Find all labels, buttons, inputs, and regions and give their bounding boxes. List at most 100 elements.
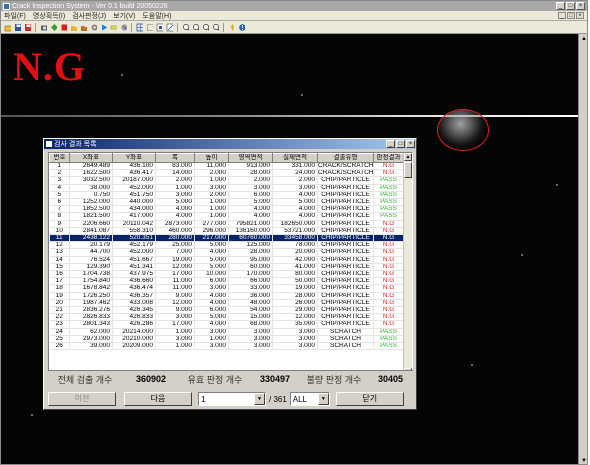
mdi-minimize-button[interactable]: _: [558, 12, 566, 19]
grid-scroll-up-icon[interactable]: ▲: [404, 153, 412, 161]
info-icon[interactable]: [227, 23, 236, 32]
table-cell: 28.000: [228, 248, 273, 257]
column-header[interactable]: X좌표: [69, 153, 113, 163]
dialog-maximize-button[interactable]: □: [396, 140, 405, 148]
table-row[interactable]: 20 1987.462 433.008 12.000 4.000 48.000 26.000…: [49, 299, 404, 308]
next-button[interactable]: 다음: [124, 392, 192, 406]
prev-button[interactable]: 이전: [48, 392, 116, 406]
column-header[interactable]: 결출유형: [317, 153, 374, 163]
zoom-icon[interactable]: [211, 23, 220, 32]
minimize-button[interactable]: _: [556, 2, 565, 10]
table-row[interactable]: 3 3032.500 20187.000 2.000 1.000 2.000 2.000 CH…: [49, 176, 404, 185]
table-row[interactable]: 8 1821.500 417.000 4.000 1.000 4.000 4.000 CHIP…: [49, 212, 404, 221]
result-grid[interactable]: 번호 X좌표 Y좌표 폭 높이 영역면적 실제면적 결출유형 판정결과 1 264…: [48, 152, 413, 377]
table-row[interactable]: 16 1704.738 437.975 17.000 10.000 170.000 80.0…: [49, 270, 404, 279]
table-row[interactable]: 11 2438.122 520.351 280.000 217.000 60760.000…: [49, 234, 404, 243]
maximize-button[interactable]: □: [566, 2, 575, 10]
noise-speck: [471, 364, 473, 366]
table-row[interactable]: 9 2206.660 20110.042 2873.000 277.000 795821.…: [49, 220, 404, 228]
table-row[interactable]: 12 20.179 452.179 25.000 5.000 125.000 78.000 C…: [49, 241, 404, 250]
menu-view[interactable]: 보기(V): [113, 11, 135, 21]
save-icon[interactable]: [13, 23, 22, 32]
filter-select-value: ALL: [292, 394, 308, 404]
grid-icon[interactable]: [135, 23, 144, 32]
dialog-close-button[interactable]: ×: [406, 140, 415, 148]
table-cell: 20210.000: [112, 335, 156, 344]
bad-count-label: 불량 판정 개수: [306, 374, 362, 385]
table-row[interactable]: 13 44.700 452.000 7.000 4.000 28.000 20.000 CHI…: [49, 248, 404, 257]
stop-icon[interactable]: [59, 23, 68, 32]
save-as-icon[interactable]: [23, 23, 32, 32]
run-icon[interactable]: [99, 23, 108, 32]
table-row[interactable]: 19 1726.250 436.357 9.000 4.000 36.000 28.000 C…: [49, 292, 404, 300]
menu-help[interactable]: 도움말(H): [142, 11, 171, 21]
table-row[interactable]: 22 2826.833 426.833 3.000 5.000 15.000 12.000 C…: [49, 313, 404, 322]
area-icon[interactable]: [155, 23, 164, 32]
table-cell: 80.000: [272, 270, 318, 279]
help-icon[interactable]: [237, 23, 246, 32]
page-select[interactable]: 1 ▼: [198, 392, 266, 406]
column-header[interactable]: 영역면적: [228, 153, 273, 163]
close-button[interactable]: ×: [576, 2, 585, 10]
grid-scrollbar[interactable]: ▲ ▼: [403, 153, 412, 376]
table-row[interactable]: 25 2973.000 20210.000 3.000 1.000 3.000 3.000 S…: [49, 335, 404, 344]
line-icon[interactable]: [165, 23, 174, 32]
dialog-title: 검사 결과 목록: [54, 141, 97, 148]
column-header[interactable]: 폭: [155, 153, 195, 163]
table-cell: 4.000: [272, 205, 318, 214]
table-row[interactable]: 26 39.000 20209.000 1.000 3.000 3.000 3.000 SCR…: [49, 342, 404, 351]
column-header[interactable]: 판정결과: [373, 153, 404, 163]
measure-icon[interactable]: [109, 23, 118, 32]
open-icon[interactable]: [3, 23, 12, 32]
table-cell: 2438.122: [69, 234, 113, 243]
table-row[interactable]: 10 2841.087 558.310 460.000 296.000 136160.00…: [49, 227, 404, 236]
table-row[interactable]: 1 2649.489 436.100 83.000 11.000 913.000 331.0…: [49, 162, 404, 171]
scroll-down-icon[interactable]: ▼: [579, 456, 587, 464]
settings-icon[interactable]: [89, 23, 98, 32]
table-cell: 3.000: [228, 342, 273, 351]
menu-file[interactable]: 파일(F): [4, 11, 26, 21]
grid-scroll-thumb[interactable]: [404, 162, 412, 178]
table-row[interactable]: 18 1678.842 436.474 11.000 3.000 33.000 19.000…: [49, 284, 404, 293]
column-header[interactable]: 번호: [49, 153, 70, 163]
table-row[interactable]: 21 2836.276 426.345 9.000 6.000 54.000 29.000 C…: [49, 306, 404, 315]
table-row[interactable]: 7 1852.500 434.000 4.000 1.000 4.000 4.000 CHIP…: [49, 205, 404, 214]
grab-icon[interactable]: [49, 23, 58, 32]
table-cell: 3.000: [194, 184, 229, 192]
chevron-down-icon[interactable]: ▼: [317, 393, 329, 405]
table-cell: 15.000: [228, 313, 273, 322]
table-row[interactable]: 15 129.390 451.341 12.000 5.000 60.000 41.000 C…: [49, 263, 404, 272]
table-row[interactable]: 23 2801.343 426.286 17.000 4.000 68.000 35.000…: [49, 320, 404, 329]
image-scrollbar[interactable]: ▲ ▼: [578, 34, 587, 464]
table-row[interactable]: 6 1252.000 440.000 5.000 1.000 5.000 5.000 CHIP…: [49, 198, 404, 207]
zoom-fit-icon[interactable]: [201, 23, 210, 32]
chevron-down-icon[interactable]: ▼: [254, 393, 265, 405]
table-cell: PASS: [373, 191, 404, 200]
column-header[interactable]: 실제면적: [272, 153, 318, 163]
noise-speck: [301, 94, 303, 96]
table-row[interactable]: 5 0.750 451.750 3.000 2.000 6.000 4.000 CHIP/PA…: [49, 191, 404, 200]
table-row[interactable]: 17 1754.840 436.660 11.000 6.000 66.000 50.000…: [49, 277, 404, 286]
table-row[interactable]: 14 76.524 451.667 19.000 5.000 95.000 42.000 CH…: [49, 256, 404, 264]
camera-icon[interactable]: [39, 23, 48, 32]
column-header[interactable]: Y좌표: [112, 153, 156, 163]
select-icon[interactable]: [145, 23, 154, 32]
close-dialog-button[interactable]: 닫기: [335, 392, 404, 406]
table-cell: 95.000: [228, 256, 273, 264]
mdi-maximize-button[interactable]: □: [567, 12, 575, 19]
dialog-minimize-button[interactable]: _: [386, 140, 395, 148]
mdi-close-button[interactable]: ×: [576, 12, 584, 19]
folder-open-icon[interactable]: [69, 23, 78, 32]
table-row[interactable]: 2 1622.500 436.417 14.000 2.000 28.000 24.000 C…: [49, 169, 404, 178]
filter-select[interactable]: ALL ▼: [289, 392, 330, 406]
menu-acquire[interactable]: 영상획득(I): [33, 11, 65, 21]
column-header[interactable]: 높이: [194, 153, 229, 163]
menu-inspect[interactable]: 검사판정(J): [72, 11, 106, 21]
table-row[interactable]: 4 38.000 452.000 1.000 3.000 3.000 3.000 CHIP/P…: [49, 184, 404, 192]
palette-icon[interactable]: [119, 23, 128, 32]
folder-save-icon[interactable]: [79, 23, 88, 32]
scroll-up-icon[interactable]: ▲: [579, 34, 587, 44]
zoom-out-icon[interactable]: [191, 23, 200, 32]
table-row[interactable]: 24 62.000 20214.000 1.000 3.000 3.000 3.000 SCR…: [49, 328, 404, 336]
zoom-in-icon[interactable]: [181, 23, 190, 32]
